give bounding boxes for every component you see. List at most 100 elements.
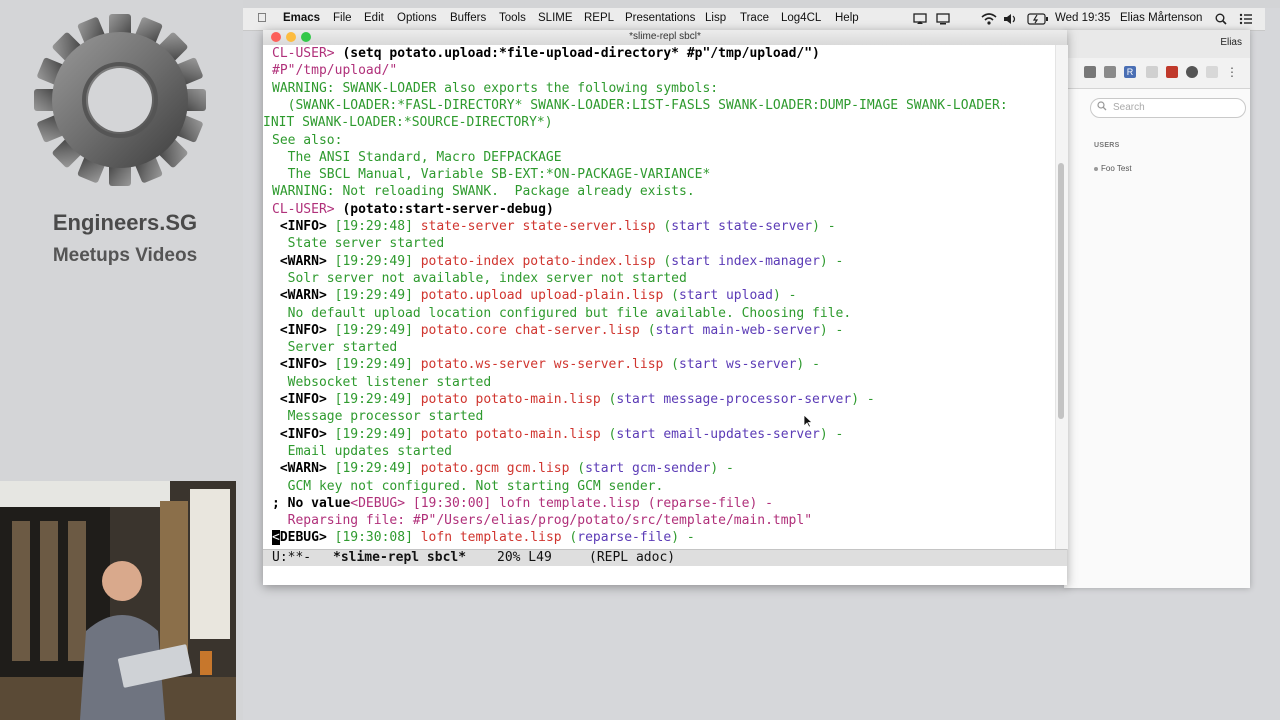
menu-help[interactable]: Help <box>835 12 859 24</box>
extension-icon[interactable] <box>1104 66 1116 78</box>
vertical-scrollbar[interactable] <box>1055 45 1068 549</box>
log-message: Message processor started <box>272 409 484 425</box>
log-entry: <INFO> [19:29:48] state-server state-ser… <box>272 218 836 235</box>
menubar-clock[interactable]: Wed 19:35 <box>1055 12 1110 24</box>
window-title: *slime-repl sbcl* <box>629 31 701 42</box>
log-function: reparse-file <box>577 530 672 546</box>
log-time: [19:29:49] <box>326 288 421 304</box>
menu-options[interactable]: Options <box>397 12 437 24</box>
log-source: state-server state-server.lisp <box>420 219 656 234</box>
webcam-scene <box>0 481 236 720</box>
apple-icon[interactable]:  <box>257 10 267 25</box>
extension-icon[interactable] <box>1084 66 1096 78</box>
screen-mirror-icon[interactable] <box>913 13 927 25</box>
log-message: Reparsing file: #P"/Users/elias/prog/pot… <box>272 513 813 529</box>
search-icon <box>1097 101 1107 111</box>
extension-icon[interactable] <box>1146 66 1158 78</box>
log-message: Websocket listener started <box>272 374 492 390</box>
menu-edit[interactable]: Edit <box>364 12 384 24</box>
modeline-position: 20% L49 <box>497 550 552 565</box>
menu-presentations[interactable]: Presentations <box>625 12 695 24</box>
log-entry: <WARN> [19:29:49] potato.gcm gcm.lisp (s… <box>272 460 734 477</box>
extension-circle-icon[interactable] <box>1186 66 1198 78</box>
mode-line: U:**- *slime-repl sbcl* 20% L49 (REPL ad… <box>263 549 1067 566</box>
log-paren: ( <box>639 322 656 338</box>
log-paren: ) - <box>851 392 875 407</box>
log-message: Solr server not available, index server … <box>272 270 687 286</box>
extension-r-icon[interactable]: R <box>1124 66 1136 78</box>
menu-slime[interactable]: SLIME <box>538 12 573 24</box>
user-list-item[interactable]: Foo Test <box>1094 164 1132 173</box>
search-placeholder: Search <box>1113 102 1145 113</box>
brand-title: Engineers.SG <box>52 210 198 235</box>
log-message: Email updates started <box>272 443 453 459</box>
menu-dots-icon[interactable]: ⋮ <box>1226 66 1238 78</box>
volume-icon[interactable] <box>1003 13 1017 25</box>
log-time: [19:29:48] <box>326 219 421 234</box>
menu-tools[interactable]: Tools <box>499 12 526 24</box>
browser-search-input[interactable]: Search <box>1090 98 1246 118</box>
repl-output-line: (SWANK-LOADER:*FASL-DIRECTORY* SWANK-LOA… <box>272 97 1008 113</box>
log-entry: <DEBUG> [19:30:08] lofn template.lisp (r… <box>272 529 695 546</box>
wifi-icon[interactable] <box>981 12 997 25</box>
log-entry: <INFO> [19:29:49] potato.core chat-serve… <box>272 322 844 339</box>
menu-log4cl[interactable]: Log4CL <box>781 12 821 24</box>
log-paren: ( <box>561 530 578 546</box>
ublock-icon[interactable] <box>1166 66 1178 78</box>
emacs-window: *slime-repl sbcl* CL-USER> (setq potato.… <box>263 30 1068 585</box>
log-paren: ( <box>663 357 680 373</box>
log-level: <INFO> <box>272 219 327 234</box>
repl-comment: ; No value <box>272 495 351 511</box>
log-function: start ws-server <box>679 357 797 373</box>
log-paren: ) - <box>671 530 695 546</box>
log-paren: ( <box>600 392 617 407</box>
browser-profile-name[interactable]: Elias <box>1220 37 1242 48</box>
repl-buffer[interactable]: CL-USER> (setq potato.upload:*file-uploa… <box>263 45 1055 549</box>
log-paren: ) - <box>819 426 844 442</box>
log-time: [19:30:08] <box>326 530 421 546</box>
extension-icon[interactable] <box>1206 66 1218 78</box>
battery-icon[interactable] <box>1027 13 1049 25</box>
display-icon[interactable] <box>936 13 950 25</box>
log-time: [19:29:49] <box>326 253 421 269</box>
repl-output-line: The SBCL Manual, Variable SB-EXT:*ON-PAC… <box>272 167 711 183</box>
window-titlebar: *slime-repl sbcl* <box>263 30 1067 46</box>
log-level: <INFO> <box>272 426 327 442</box>
repl-line: ; No value<DEBUG> [19:30:00] lofn templa… <box>272 495 773 512</box>
menu-repl[interactable]: REPL <box>584 12 614 24</box>
modeline-modes[interactable]: (REPL adoc) <box>589 550 675 565</box>
menu-trace[interactable]: Trace <box>740 12 769 24</box>
menu-buffers[interactable]: Buffers <box>450 12 486 24</box>
brand-subtitle: Meetups Videos <box>52 245 198 266</box>
log-source: potato potato-main.lisp <box>420 392 601 407</box>
log-paren: ( <box>655 253 672 269</box>
browser-tabbar: Elias <box>1064 30 1250 59</box>
menubar-user[interactable]: Elias Mårtenson <box>1120 12 1202 24</box>
repl-output-line: WARNING: Not reloading SWANK. Package al… <box>272 184 695 200</box>
menu-file[interactable]: File <box>333 12 352 24</box>
log-level: <WARN> <box>272 288 327 304</box>
log-paren: ) - <box>819 253 844 269</box>
log-level: <INFO> <box>272 357 327 373</box>
status-dot-icon <box>1094 166 1098 171</box>
log-level: <INFO> <box>272 392 327 407</box>
modeline-buffer-name[interactable]: *slime-repl sbcl* <box>333 550 466 565</box>
log-time: [19:29:49] <box>326 357 421 373</box>
menu-lisp[interactable]: Lisp <box>705 12 726 24</box>
scrollbar-thumb[interactable] <box>1058 163 1064 419</box>
minibuffer[interactable] <box>263 566 1067 585</box>
menu-app-emacs[interactable]: Emacs <box>283 12 320 24</box>
log-time: [19:29:49] <box>326 392 421 407</box>
log-source: potato.upload upload-plain.lisp <box>420 288 664 304</box>
log-function: start index-manager <box>671 253 820 269</box>
gear-logo-icon <box>34 14 206 186</box>
log-entry: <INFO> [19:29:49] potato potato-main.lis… <box>272 391 875 408</box>
log-paren: ( <box>663 288 680 304</box>
repl-result: #P"/tmp/upload/" <box>272 63 398 79</box>
log-source: potato.core chat-server.lisp <box>420 322 640 338</box>
log-time: [19:29:49] <box>326 426 421 442</box>
repl-input: (potato:start-server-debug) <box>342 201 554 217</box>
notification-center-icon[interactable] <box>1239 13 1253 25</box>
spotlight-search-icon[interactable] <box>1215 13 1227 25</box>
log-paren: ) - <box>812 219 836 234</box>
